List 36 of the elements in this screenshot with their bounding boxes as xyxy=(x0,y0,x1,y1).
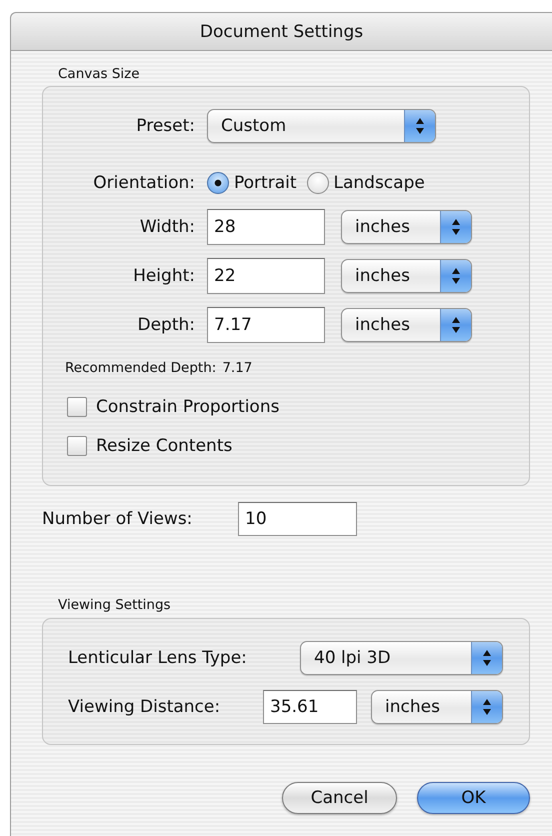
checkbox-option[interactable]: Resize Contents xyxy=(67,434,232,458)
checkbox-option[interactable]: Constrain Proportions xyxy=(67,395,280,419)
preset-dropdown[interactable]: Custom xyxy=(207,109,436,143)
input-field[interactable]: 22 xyxy=(207,258,325,294)
views-field[interactable]: 10 xyxy=(238,502,357,536)
unit-dropdown[interactable]: inches xyxy=(341,308,472,342)
recommended-value: 7.17 xyxy=(222,359,252,377)
dimension-label: Depth: xyxy=(136,315,195,335)
views-label: Number of Views: xyxy=(42,509,194,529)
radio-option[interactable]: Portrait xyxy=(207,172,296,194)
orientation-label: Orientation: xyxy=(92,173,195,193)
stepper-arrows-icon xyxy=(440,211,471,243)
recommended-label: Recommended Depth: xyxy=(65,359,216,377)
unit-dropdown[interactable]: inches xyxy=(341,259,472,293)
lens-type-dropdown[interactable]: 40 lpi 3D xyxy=(300,641,503,675)
input-field[interactable]: 28 xyxy=(207,209,325,245)
ok-button[interactable]: OK xyxy=(417,782,530,814)
group-title: Viewing Settings xyxy=(58,597,171,613)
stepper-arrows-icon xyxy=(471,691,502,723)
dimension-label: Height: xyxy=(132,266,195,286)
unit-dropdown[interactable]: inches xyxy=(341,210,472,244)
group-title: Canvas Size xyxy=(58,66,140,82)
lens-type-label: Lenticular Lens Type: xyxy=(68,648,248,668)
window-title: Document Settings xyxy=(200,22,364,42)
input-field[interactable]: 7.17 xyxy=(207,307,325,343)
stepper-arrows-icon xyxy=(440,260,471,292)
dimension-label: Width: xyxy=(138,217,195,237)
distance-field[interactable]: 35.61 xyxy=(263,690,357,724)
unit-dropdown[interactable]: inches xyxy=(371,690,503,724)
stepper-arrows-icon xyxy=(471,642,502,674)
stepper-arrows-icon xyxy=(440,309,471,341)
distance-label: Viewing Distance: xyxy=(68,697,222,717)
radio-option[interactable]: Landscape xyxy=(306,172,425,194)
preset-label: Preset: xyxy=(135,116,195,136)
cancel-button[interactable]: Cancel xyxy=(282,782,397,814)
stepper-arrows-icon xyxy=(404,110,435,142)
